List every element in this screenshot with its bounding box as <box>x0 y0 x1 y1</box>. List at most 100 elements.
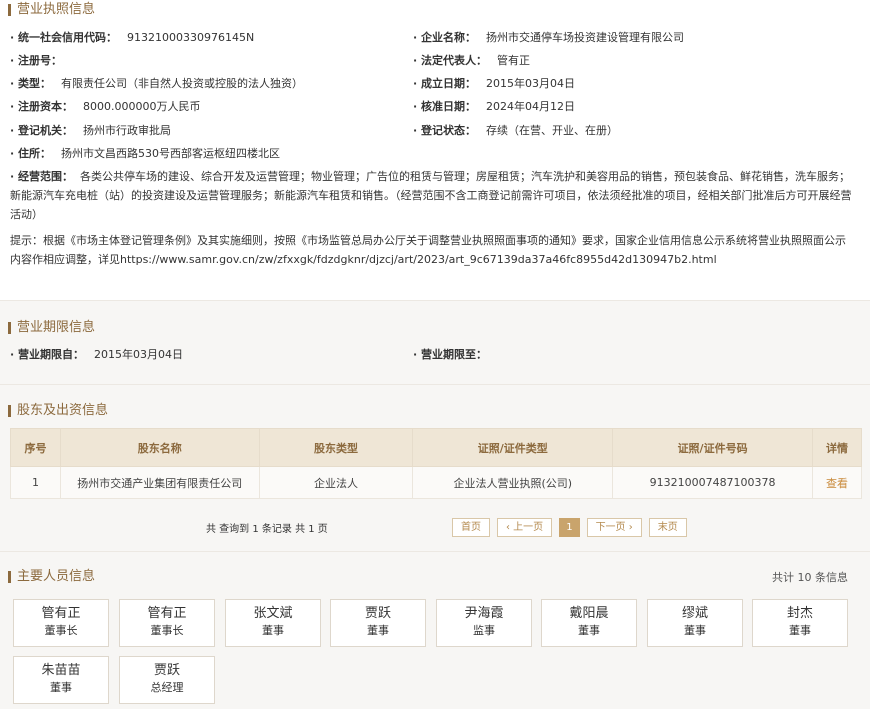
established-date-field: 成立日期： 2015年03月04日 <box>413 77 575 91</box>
person-card[interactable]: 管有正 董事长 <box>13 599 109 647</box>
shareholders-table: 序号 股东名称 股东类型 证照/证件类型 证照/证件号码 详情 1 扬州市交通产… <box>10 428 862 499</box>
credit-code-field: 统一社会信用代码： 91321000330976145N <box>10 31 254 45</box>
pagination: 首页 ‹ 上一页 1 下一页 › 末页 <box>452 518 687 537</box>
person-role: 董事 <box>789 624 811 637</box>
approval-date-value: 2024年04月12日 <box>486 100 576 113</box>
person-role: 董事 <box>578 624 600 637</box>
people-section-title: 主要人员信息 <box>8 569 95 585</box>
capital-label: 注册资本： <box>10 100 73 113</box>
person-name: 贾跃 <box>153 663 180 678</box>
business-scope-value: 各类公共停车场的建设、综合开发及运营管理；物业管理；广告位的租赁与管理；房屋租赁… <box>10 170 852 221</box>
person-card[interactable]: 尹海霞 监事 <box>436 599 532 647</box>
first-page-button[interactable]: 首页 <box>452 518 490 537</box>
capital-field: 注册资本： 8000.000000万人民币 <box>10 100 201 114</box>
section-divider <box>0 384 870 385</box>
person-role: 监事 <box>473 624 495 637</box>
term-section-title: 营业期限信息 <box>8 320 95 336</box>
company-name-label: 企业名称： <box>413 31 476 44</box>
table-row: 1 扬州市交通产业集团有限责任公司 企业法人 企业法人营业执照(公司) 9132… <box>10 466 862 499</box>
authority-field: 登记机关： 扬州市行政审批局 <box>10 124 171 138</box>
section-divider <box>0 551 870 552</box>
section-divider <box>0 300 870 301</box>
person-role: 董事 <box>367 624 389 637</box>
row-holder-name: 扬州市交通产业集团有限责任公司 <box>59 466 260 499</box>
table-header-row: 序号 股东名称 股东类型 证照/证件类型 证照/证件号码 详情 <box>10 428 862 467</box>
row-holder-type: 企业法人 <box>258 466 414 499</box>
person-name: 张文斌 <box>253 606 293 621</box>
established-date-label: 成立日期： <box>413 77 476 90</box>
address-value: 扬州市文昌西路530号西部客运枢纽四楼北区 <box>61 147 281 160</box>
business-scope-label: 经营范围： <box>10 170 73 183</box>
license-notice: 提示：根据《市场主体登记管理条例》及其实施细则，按照《市场监管总局办公厅关于调整… <box>10 234 846 266</box>
record-count: 共 查询到 1 条记录 共 1 页 <box>206 524 328 535</box>
col-header-index: 序号 <box>10 428 61 467</box>
status-label: 登记状态： <box>413 124 476 137</box>
person-name: 朱苗苗 <box>41 663 81 678</box>
people-total: 共计 10 条信息 <box>772 571 848 584</box>
type-field: 类型： 有限责任公司（非自然人投资或控股的法人独资） <box>10 77 303 91</box>
term-from-field: 营业期限自： 2015年03月04日 <box>10 348 183 362</box>
col-header-cert-no: 证照/证件号码 <box>612 428 814 467</box>
term-from-label: 营业期限自： <box>10 348 84 361</box>
person-role: 总经理 <box>150 681 184 694</box>
authority-value: 扬州市行政审批局 <box>83 124 172 137</box>
person-role: 董事 <box>50 681 72 694</box>
next-page-button[interactable]: 下一页 › <box>586 518 642 537</box>
type-value: 有限责任公司（非自然人投资或控股的法人独资） <box>61 77 304 90</box>
person-role: 董事长 <box>44 624 78 637</box>
person-card[interactable]: 朱苗苗 董事 <box>13 656 109 704</box>
shareholders-section-title: 股东及出资信息 <box>8 403 108 419</box>
legal-rep-value: 管有正 <box>497 54 531 67</box>
person-name: 戴阳晨 <box>569 606 609 621</box>
person-card[interactable]: 戴阳晨 董事 <box>541 599 637 647</box>
legal-rep-label: 法定代表人： <box>413 54 487 67</box>
approval-date-field: 核准日期： 2024年04月12日 <box>413 100 575 114</box>
col-header-name: 股东名称 <box>59 428 260 467</box>
person-card[interactable]: 管有正 董事长 <box>119 599 215 647</box>
address-label: 住所： <box>10 147 51 160</box>
col-header-type: 股东类型 <box>258 428 414 467</box>
row-index: 1 <box>10 466 61 499</box>
term-from-value: 2015年03月04日 <box>94 348 184 361</box>
license-section-title: 营业执照信息 <box>8 2 95 18</box>
reg-no-label: 注册号： <box>10 54 62 67</box>
term-to-label: 营业期限至： <box>413 348 487 361</box>
legal-rep-field: 法定代表人： 管有正 <box>413 54 530 68</box>
business-scope: 经营范围： 各类公共停车场的建设、综合开发及运营管理；物业管理；广告位的租赁与管… <box>10 167 855 224</box>
person-card[interactable]: 贾跃 总经理 <box>119 656 215 704</box>
status-value: 存续（在营、开业、在册） <box>486 124 619 137</box>
last-page-button[interactable]: 末页 <box>648 518 687 537</box>
person-role: 董事 <box>684 624 706 637</box>
person-role: 董事 <box>262 624 284 637</box>
type-label: 类型： <box>10 77 51 90</box>
address-field: 住所： 扬州市文昌西路530号西部客运枢纽四楼北区 <box>10 147 280 161</box>
view-detail-link[interactable]: 查看 <box>826 477 848 490</box>
current-page-button[interactable]: 1 <box>559 518 580 537</box>
row-cert-type: 企业法人营业执照(公司) <box>412 466 614 499</box>
person-name: 管有正 <box>41 606 81 621</box>
person-card[interactable]: 张文斌 董事 <box>225 599 321 647</box>
prev-page-button[interactable]: ‹ 上一页 <box>497 518 553 537</box>
person-card[interactable]: 缪斌 董事 <box>647 599 743 647</box>
status-field: 登记状态： 存续（在营、开业、在册） <box>413 124 618 138</box>
authority-label: 登记机关： <box>10 124 73 137</box>
established-date-value: 2015年03月04日 <box>486 77 576 90</box>
person-card[interactable]: 封杰 董事 <box>752 599 848 647</box>
person-name: 尹海霞 <box>464 606 504 621</box>
person-role: 董事长 <box>150 624 184 637</box>
term-to-field: 营业期限至： <box>413 348 497 362</box>
company-name-value: 扬州市交通停车场投资建设管理有限公司 <box>486 31 685 44</box>
capital-value: 8000.000000万人民币 <box>83 100 201 113</box>
company-name-field: 企业名称： 扬州市交通停车场投资建设管理有限公司 <box>413 31 684 45</box>
person-name: 管有正 <box>147 606 187 621</box>
col-header-detail: 详情 <box>812 428 862 467</box>
reg-no-field: 注册号： <box>10 54 72 68</box>
approval-date-label: 核准日期： <box>413 100 476 113</box>
person-name: 贾跃 <box>364 606 391 621</box>
person-name: 缪斌 <box>681 606 708 621</box>
person-name: 封杰 <box>786 606 813 621</box>
col-header-cert-type: 证照/证件类型 <box>412 428 614 467</box>
credit-code-label: 统一社会信用代码： <box>10 31 117 44</box>
person-card[interactable]: 贾跃 董事 <box>330 599 426 647</box>
credit-code-value: 91321000330976145N <box>127 31 255 44</box>
